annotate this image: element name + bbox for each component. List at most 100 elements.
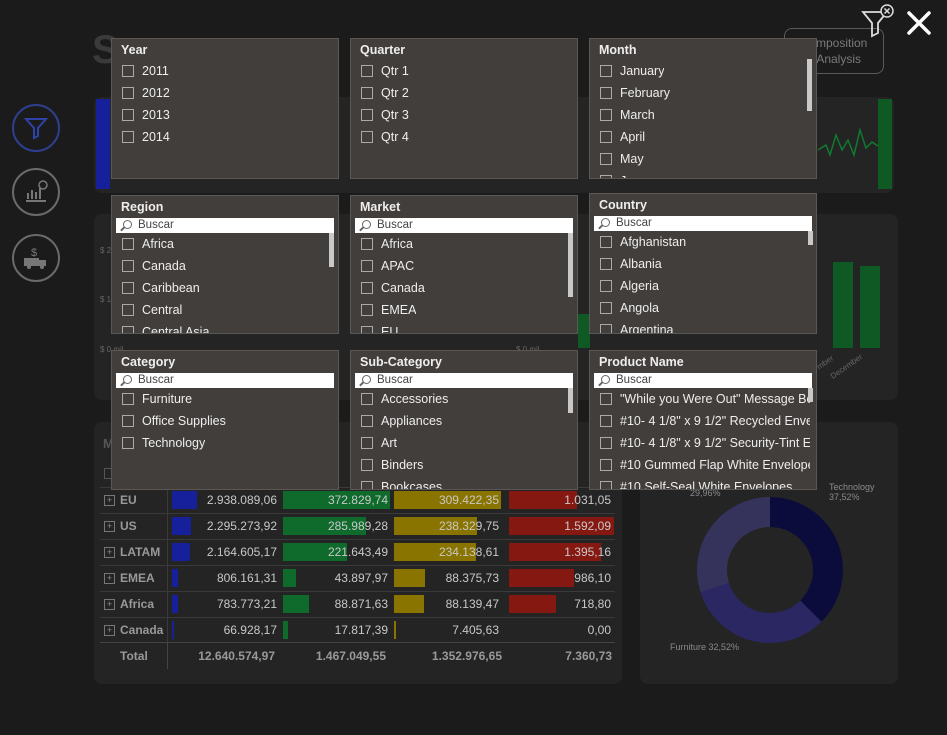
slicer-product-scrollbar[interactable]: [808, 388, 813, 402]
slicer-year-item[interactable]: 2011: [122, 60, 170, 82]
slicer-country-item[interactable]: Albania: [600, 253, 686, 275]
checkbox[interactable]: [600, 459, 612, 471]
checkbox[interactable]: [600, 437, 612, 449]
slicer-quarter-item[interactable]: Qtr 2: [361, 82, 409, 104]
checkbox[interactable]: [361, 65, 373, 77]
checkbox[interactable]: [600, 109, 612, 121]
slicer-subcategory-item[interactable]: Accessories: [361, 388, 448, 410]
slicer-category-search[interactable]: Buscar: [116, 373, 334, 388]
checkbox[interactable]: [122, 326, 134, 333]
slicer-category-item[interactable]: Furniture: [122, 388, 226, 410]
checkbox[interactable]: [361, 109, 373, 121]
checkbox[interactable]: [600, 302, 612, 314]
checkbox[interactable]: [122, 437, 134, 449]
slicer-region-item[interactable]: Caribbean: [122, 277, 209, 299]
expand-icon[interactable]: +: [104, 573, 115, 584]
expand-icon[interactable]: +: [104, 625, 115, 636]
checkbox[interactable]: [600, 131, 612, 143]
slicer-category-item[interactable]: Office Supplies: [122, 410, 226, 432]
clear-filters-button[interactable]: [860, 4, 896, 40]
slicer-market-item[interactable]: EMEA: [361, 299, 425, 321]
slicer-market-search[interactable]: Buscar: [355, 218, 573, 233]
slicer-month-item[interactable]: January: [600, 60, 670, 82]
slicer-quarter-item[interactable]: Qtr 4: [361, 126, 409, 148]
slicer-country-item[interactable]: Algeria: [600, 275, 686, 297]
checkbox[interactable]: [600, 153, 612, 165]
checkbox[interactable]: [600, 175, 612, 178]
checkbox[interactable]: [122, 131, 134, 143]
shipping-nav-button[interactable]: $: [12, 234, 60, 282]
checkbox[interactable]: [361, 459, 373, 471]
expand-icon[interactable]: +: [104, 495, 115, 506]
slicer-country-scrollbar[interactable]: [808, 231, 813, 245]
slicer-product-search[interactable]: Buscar: [594, 373, 812, 388]
slicer-product-item[interactable]: #10 Gummed Flap White Envelope...: [600, 454, 810, 476]
slicer-region-item[interactable]: Central: [122, 299, 209, 321]
checkbox[interactable]: [600, 324, 612, 333]
checkbox[interactable]: [122, 415, 134, 427]
checkbox[interactable]: [361, 437, 373, 449]
checkbox[interactable]: [361, 326, 373, 333]
slicer-year-item[interactable]: 2014: [122, 126, 170, 148]
checkbox[interactable]: [361, 131, 373, 143]
slicer-month-item[interactable]: June: [600, 170, 670, 178]
checkbox[interactable]: [600, 280, 612, 292]
slicer-month-item[interactable]: April: [600, 126, 670, 148]
checkbox[interactable]: [122, 65, 134, 77]
checkbox[interactable]: [361, 415, 373, 427]
slicer-subcategory-item[interactable]: Appliances: [361, 410, 448, 432]
slicer-subcategory-scrollbar[interactable]: [568, 388, 573, 413]
slicer-quarter-item[interactable]: Qtr 1: [361, 60, 409, 82]
checkbox[interactable]: [600, 393, 612, 405]
slicer-market-item[interactable]: Africa: [361, 233, 425, 255]
slicer-month-item[interactable]: May: [600, 148, 670, 170]
checkbox[interactable]: [361, 238, 373, 250]
slicer-region-item[interactable]: Africa: [122, 233, 209, 255]
checkbox[interactable]: [600, 258, 612, 270]
checkbox[interactable]: [600, 87, 612, 99]
slicer-region-item[interactable]: Canada: [122, 255, 209, 277]
slicer-market-item[interactable]: APAC: [361, 255, 425, 277]
slicer-subcategory-search[interactable]: Buscar: [355, 373, 573, 388]
slicer-country-search[interactable]: Buscar: [594, 216, 812, 231]
slicer-region-search[interactable]: Buscar: [116, 218, 334, 233]
expand-icon[interactable]: +: [104, 599, 115, 610]
slicer-subcategory-item[interactable]: Art: [361, 432, 448, 454]
slicer-product-item[interactable]: #10- 4 1/8" x 9 1/2" Security-Tint E...: [600, 432, 810, 454]
checkbox[interactable]: [361, 481, 373, 489]
analysis-nav-button[interactable]: [12, 168, 60, 216]
slicer-country-item[interactable]: Angola: [600, 297, 686, 319]
checkbox[interactable]: [600, 415, 612, 427]
checkbox[interactable]: [122, 260, 134, 272]
slicer-subcategory-item[interactable]: Bookcases: [361, 476, 448, 489]
slicer-subcategory-item[interactable]: Binders: [361, 454, 448, 476]
filter-nav-button[interactable]: [12, 104, 60, 152]
slicer-category-item[interactable]: Technology: [122, 432, 226, 454]
checkbox[interactable]: [600, 481, 612, 489]
checkbox[interactable]: [600, 65, 612, 77]
slicer-country-item[interactable]: Argentina: [600, 319, 686, 333]
slicer-region-scrollbar[interactable]: [329, 233, 334, 267]
slicer-product-item[interactable]: "While you Were Out" Message Bo...: [600, 388, 810, 410]
slicer-month-item[interactable]: February: [600, 82, 670, 104]
slicer-quarter-item[interactable]: Qtr 3: [361, 104, 409, 126]
checkbox[interactable]: [600, 236, 612, 248]
checkbox[interactable]: [122, 238, 134, 250]
slicer-year-item[interactable]: 2013: [122, 104, 170, 126]
slicer-year-item[interactable]: 2012: [122, 82, 170, 104]
slicer-product-item[interactable]: #10 Self-Seal White Envelopes: [600, 476, 810, 489]
checkbox[interactable]: [122, 282, 134, 294]
slicer-product-item[interactable]: #10- 4 1/8" x 9 1/2" Recycled Enve...: [600, 410, 810, 432]
slicer-market-item[interactable]: Canada: [361, 277, 425, 299]
slicer-region-item[interactable]: Central Asia: [122, 321, 209, 333]
checkbox[interactable]: [122, 393, 134, 405]
checkbox[interactable]: [361, 260, 373, 272]
checkbox[interactable]: [122, 87, 134, 99]
checkbox[interactable]: [361, 87, 373, 99]
slicer-market-scrollbar[interactable]: [568, 233, 573, 297]
close-button[interactable]: [905, 9, 933, 37]
expand-icon[interactable]: +: [104, 521, 115, 532]
checkbox[interactable]: [122, 109, 134, 121]
checkbox[interactable]: [361, 304, 373, 316]
slicer-country-item[interactable]: Afghanistan: [600, 231, 686, 253]
